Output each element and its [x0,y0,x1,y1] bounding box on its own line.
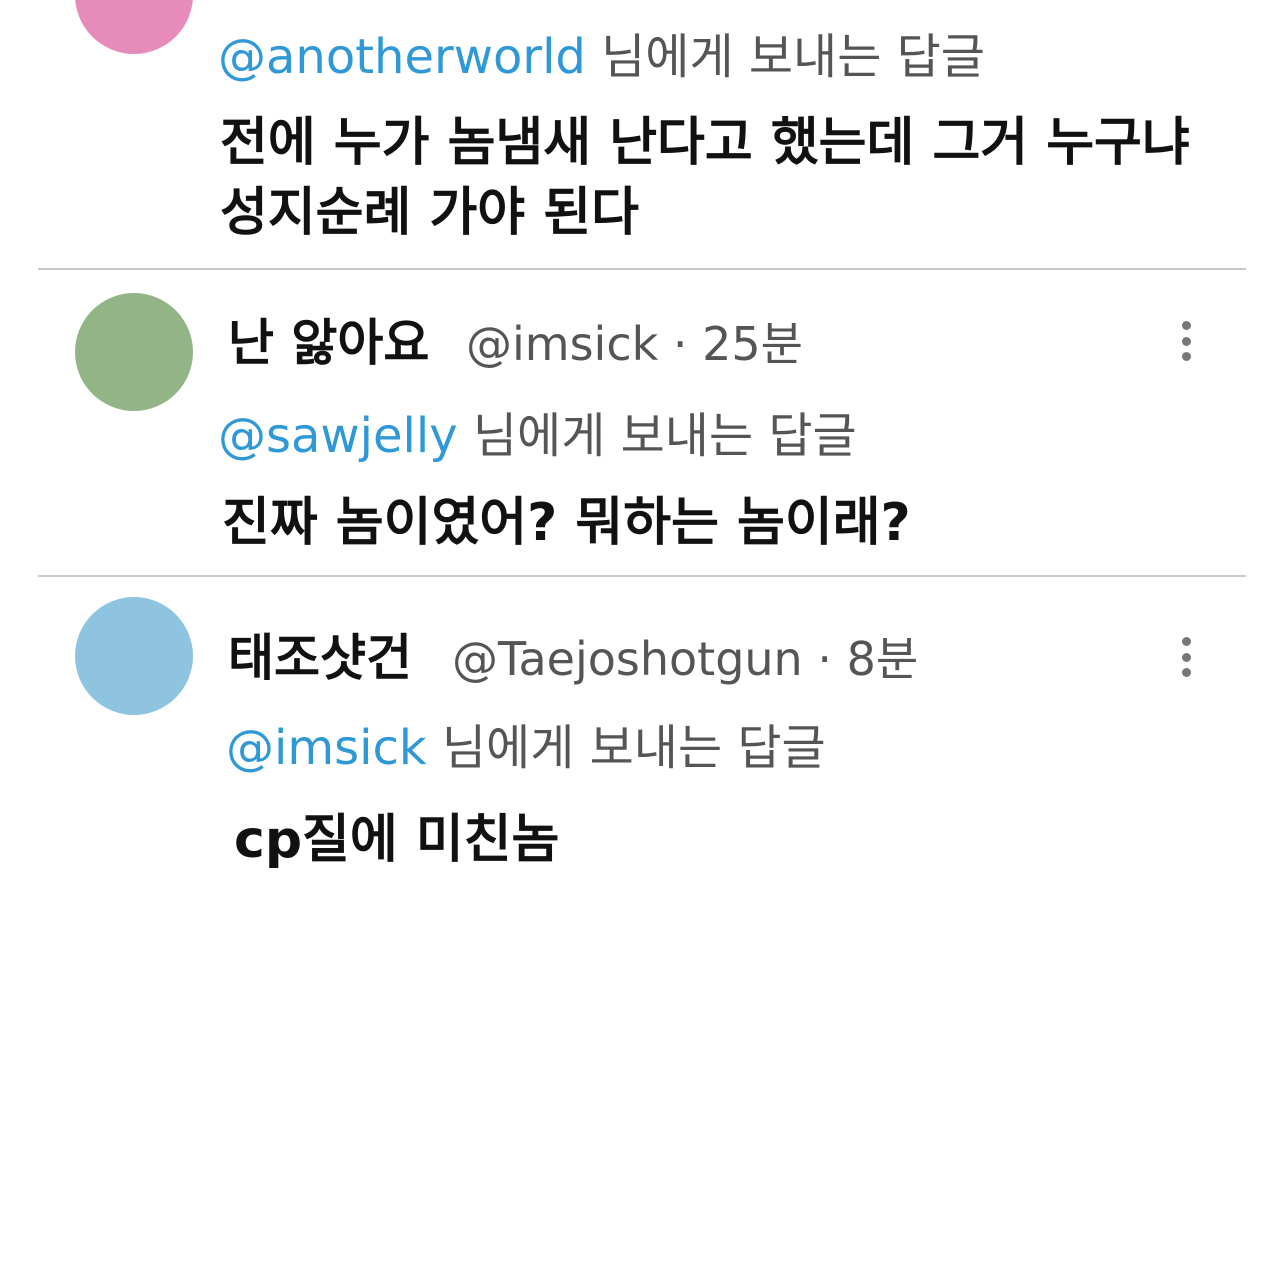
mention-link[interactable]: @anotherworld [218,29,586,85]
avatar[interactable] [75,0,193,54]
timestamp[interactable]: 8분 [847,632,919,686]
timestamp[interactable]: 25분 [702,317,803,371]
handle[interactable]: @imsick [466,317,658,371]
reply-to-label: 님에게 보내는 답글 [472,408,857,464]
tweet-body: 진짜 놈이였어? 뭐하는 놈이래? [222,488,911,558]
tweet-body-line: 성지순례 가야 된다 [220,183,639,243]
mention-link[interactable]: @imsick [226,720,427,776]
reply-to-label: 님에게 보내는 답글 [601,29,985,85]
handle[interactable]: @Taejoshotgun [452,632,803,686]
avatar[interactable] [75,293,193,411]
reply-to-line: @anotherworld 님에게 보내는 답글 [218,33,985,81]
tweet-body-line: 진짜 놈이였어? 뭐하는 놈이래? [222,493,911,553]
tweet-meta: @imsick · 25분 [466,321,803,367]
divider [38,268,1246,270]
more-vertical-icon[interactable] [1174,321,1198,361]
separator-dot: · [672,317,688,371]
tweet-body-line: 전에 누가 놈냄새 난다고 했는데 그거 누구냐 [220,113,1190,173]
avatar[interactable] [75,597,193,715]
separator-dot: · [817,632,832,686]
reply-to-line: @sawjelly 님에게 보내는 답글 [218,412,857,460]
tweet-body-line: cp질에 미친놈 [234,810,560,870]
display-name[interactable]: 난 앓아요 [228,318,429,368]
more-vertical-icon[interactable] [1174,637,1198,677]
tweet-body: 전에 누가 놈냄새 난다고 했는데 그거 누구냐 성지순례 가야 된다 [220,108,1190,248]
divider [38,575,1246,577]
tweet-meta: @Taejoshotgun · 8분 [452,636,918,682]
reply-to-label: 님에게 보내는 답글 [441,720,826,776]
reply-to-line: @imsick 님에게 보내는 답글 [226,724,826,772]
mention-link[interactable]: @sawjelly [218,408,458,464]
tweet-body: cp질에 미친놈 [234,805,559,875]
display-name[interactable]: 태조샷건 [228,633,412,683]
